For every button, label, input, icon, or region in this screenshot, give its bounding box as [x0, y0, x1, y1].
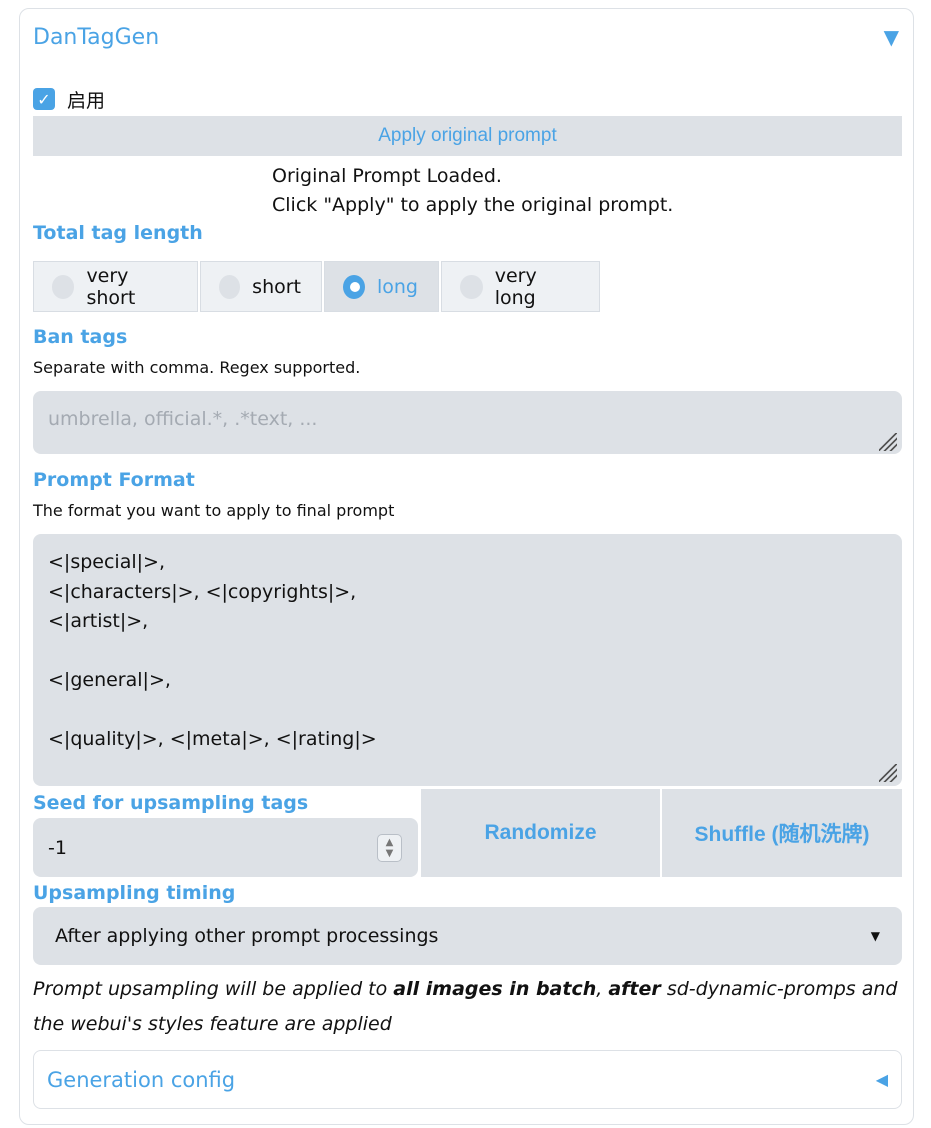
expand-triangle-icon[interactable]: ◀ — [876, 1070, 888, 1089]
panel-header[interactable]: DanTagGen ▼ — [20, 9, 913, 69]
generation-config-accordion[interactable]: Generation config ◀ — [33, 1050, 902, 1109]
radio-label: short — [252, 275, 301, 298]
radio-circle-icon — [460, 274, 483, 299]
upsampling-note: Prompt upsampling will be applied to all… — [33, 972, 903, 1042]
upsampling-timing-dropdown[interactable]: After applying other prompt processings … — [33, 907, 902, 965]
resize-grip-icon[interactable] — [879, 433, 897, 451]
resize-grip-icon[interactable] — [879, 764, 897, 782]
prompt-format-info: The format you want to apply to final pr… — [33, 501, 395, 520]
ban-tags-input[interactable] — [33, 391, 902, 454]
seed-input[interactable] — [33, 818, 418, 877]
randomize-button[interactable]: Randomize — [421, 789, 660, 877]
radio-short[interactable]: short — [200, 261, 322, 312]
status-message: Original Prompt Loaded. Click "Apply" to… — [272, 162, 673, 220]
note-bold: all images in batch — [393, 978, 597, 1000]
radio-label: very long — [494, 264, 537, 309]
enable-checkbox[interactable]: ✓ — [33, 88, 55, 110]
dropdown-selected-value: After applying other prompt processings — [55, 925, 439, 947]
generation-config-title: Generation config — [47, 1067, 236, 1092]
status-line-1: Original Prompt Loaded. — [272, 165, 502, 187]
seed-spinner[interactable]: ▲ ▼ — [377, 834, 402, 862]
radio-label: very short — [86, 264, 136, 309]
prompt-format-input[interactable]: <|special|>, <|characters|>, <|copyright… — [33, 534, 902, 786]
panel-title: DanTagGen — [33, 25, 160, 50]
tag-length-label: Total tag length — [33, 222, 203, 244]
shuffle-button[interactable]: Shuffle (随机洗牌) — [662, 789, 902, 877]
seed-label: Seed for upsampling tags — [33, 792, 309, 814]
enable-label: 启用 — [67, 89, 106, 112]
status-line-2: Click "Apply" to apply the original prom… — [272, 194, 674, 216]
spin-up-icon[interactable]: ▲ — [386, 837, 394, 848]
radio-very-short[interactable]: very short — [33, 261, 198, 312]
radio-circle-icon — [52, 274, 75, 299]
radio-very-long[interactable]: very long — [441, 261, 600, 312]
note-text: , — [596, 978, 609, 1000]
prompt-format-label: Prompt Format — [33, 469, 195, 491]
radio-long[interactable]: long — [324, 261, 439, 312]
enable-checkbox-row[interactable]: ✓ 启用 — [33, 86, 105, 112]
radio-label: long — [376, 275, 418, 298]
tag-length-radio-group: very short short long very long — [33, 261, 602, 312]
ban-tags-label: Ban tags — [33, 326, 128, 348]
apply-original-prompt-button[interactable]: Apply original prompt — [33, 116, 902, 156]
dropdown-arrow-icon[interactable]: ▼ — [871, 929, 880, 943]
dantaggen-panel: DanTagGen ▼ ✓ 启用 Apply original prompt O… — [19, 8, 914, 1125]
upsampling-timing-label: Upsampling timing — [33, 882, 236, 904]
ban-tags-info: Separate with comma. Regex supported. — [33, 358, 361, 377]
radio-circle-icon — [219, 274, 241, 299]
radio-selected-icon — [343, 274, 365, 299]
note-bold: after — [608, 978, 661, 1000]
collapse-triangle-icon[interactable]: ▼ — [884, 25, 899, 49]
note-text: Prompt upsampling will be applied to — [33, 978, 394, 1000]
spin-down-icon[interactable]: ▼ — [386, 848, 394, 859]
